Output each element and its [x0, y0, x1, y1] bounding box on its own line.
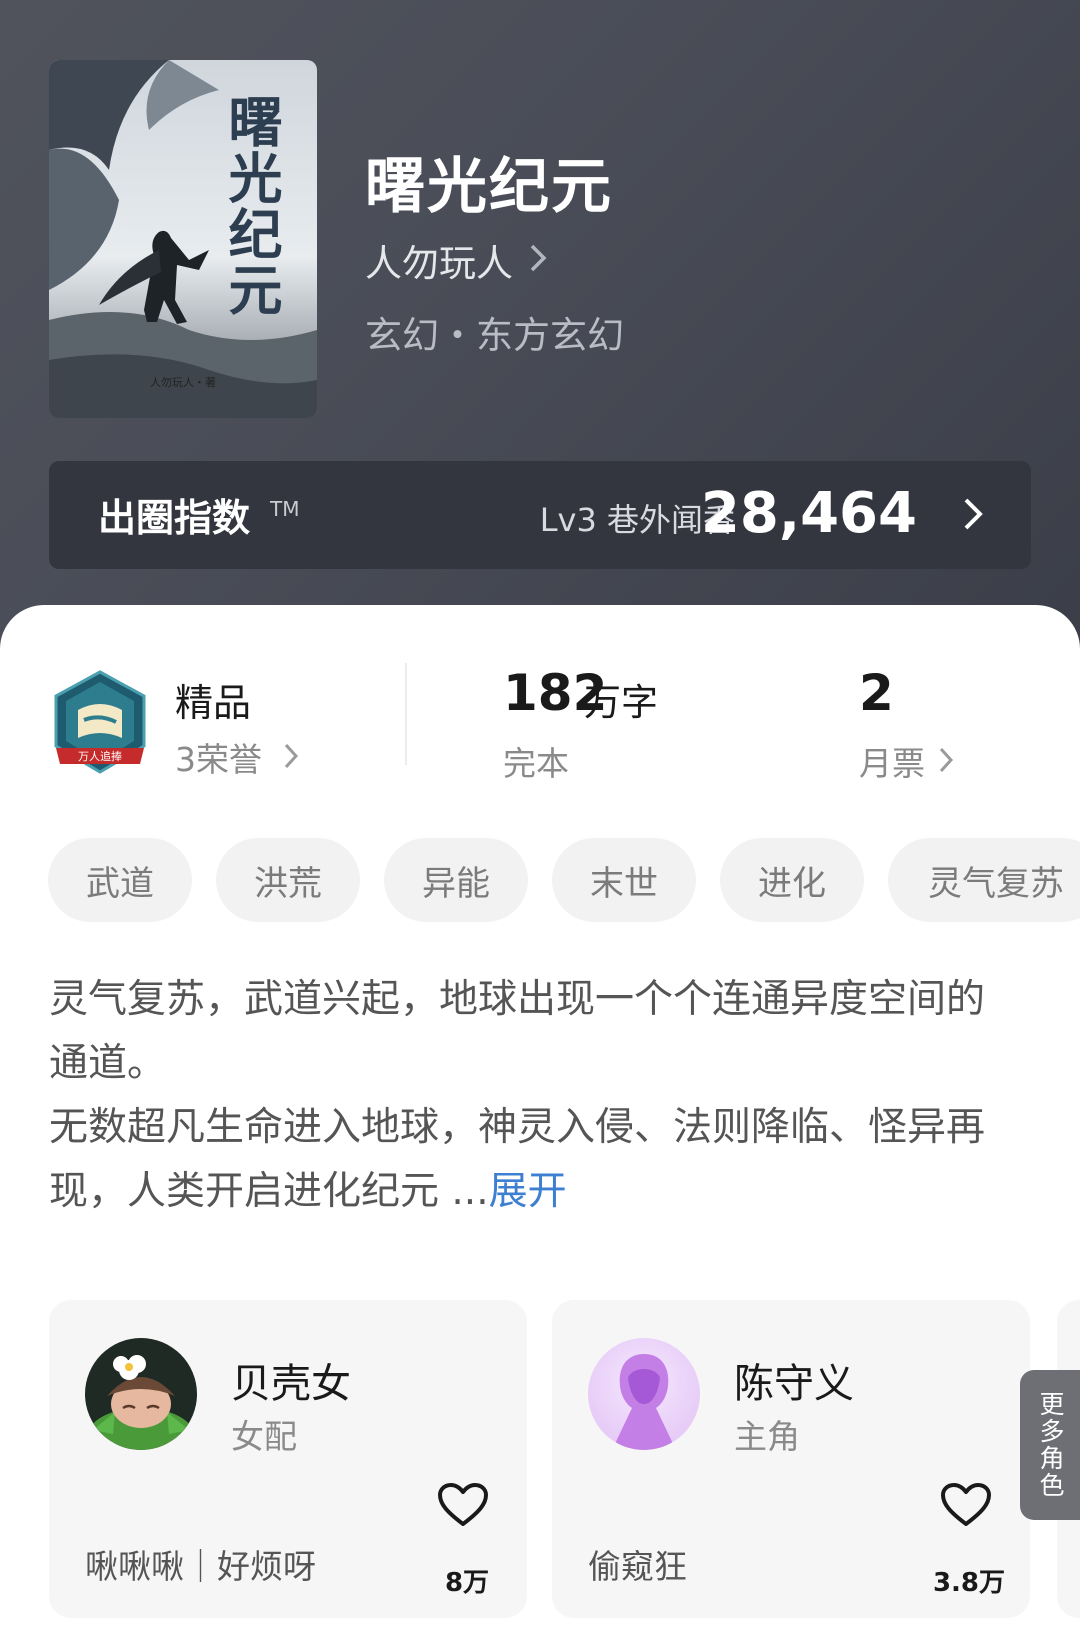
role-card[interactable]: 陈守义 主角 偷窥狂 3.8万 [552, 1300, 1030, 1618]
more-roles-button[interactable]: 更多角色 [1020, 1370, 1080, 1520]
like-count: 8万 [444, 1568, 490, 1598]
book-cover[interactable]: 曙光纪元 人勿玩人・著 [49, 60, 317, 418]
chevron-right-icon [939, 742, 954, 781]
role-description: 偷窥狂 [588, 1547, 687, 1586]
role-description: 啾啾啾｜好烦呀 [85, 1547, 316, 1586]
description-para-1: 灵气复苏，武道兴起，地球出现一个个连通异度空间的通道。 [49, 977, 986, 1086]
stats-divider [405, 663, 407, 765]
chevron-right-icon [963, 497, 983, 535]
heart-icon[interactable] [940, 1482, 992, 1532]
word-count-unit: 万字 [584, 681, 658, 724]
index-value: 28,464 [700, 481, 917, 546]
honors-text: 3荣誉 [175, 740, 262, 779]
like-count: 3.8万 [932, 1568, 1006, 1598]
book-description: 灵气复苏，武道兴起，地球出现一个个连通异度空间的通道。 无数超凡生命进入地球，神… [49, 968, 1009, 1224]
tag-chip[interactable]: 进化 [720, 838, 864, 922]
tag-list: 武道 洪荒 异能 末世 进化 灵气复苏 [48, 838, 1080, 924]
monthly-tickets-label: 月票 [859, 744, 925, 783]
tag-chip[interactable]: 末世 [552, 838, 696, 922]
cover-title-text: 曙光纪元 [219, 94, 283, 318]
role-type: 主角 [734, 1417, 800, 1456]
tag-chip[interactable]: 异能 [384, 838, 528, 922]
trademark-mark: TM [270, 497, 300, 521]
cover-author-text: 人勿玩人・著 [150, 376, 216, 389]
index-bar[interactable]: 出圈指数 TM Lv3 巷外闻香 28,464 [49, 461, 1031, 569]
avatar [85, 1338, 197, 1450]
author-name: 人勿玩人 [365, 242, 513, 285]
book-header: 曙光纪元 人勿玩人・著 曙光纪元 人勿玩人 玄幻・东方玄幻 出圈指数 TM Lv… [0, 0, 1080, 660]
badge-text: 万人追捧 [78, 749, 122, 763]
book-title: 曙光纪元 [365, 152, 613, 222]
chevron-right-icon [529, 239, 547, 282]
quality-label: 精品 [175, 681, 252, 725]
monthly-tickets-link[interactable]: 月票 [859, 737, 954, 785]
honors-link[interactable]: 3荣誉 [175, 733, 299, 781]
role-card[interactable]: 贝壳女 女配 啾啾啾｜好烦呀 8万 [49, 1300, 527, 1618]
tag-chip[interactable]: 洪荒 [216, 838, 360, 922]
tag-chip[interactable]: 武道 [48, 838, 192, 922]
author-link[interactable]: 人勿玩人 [365, 233, 547, 287]
tag-chip[interactable]: 灵气复苏 [888, 838, 1080, 922]
expand-link[interactable]: 展开 [489, 1169, 567, 1214]
chevron-right-icon [284, 738, 299, 777]
role-type: 女配 [231, 1417, 297, 1456]
heart-icon[interactable] [437, 1482, 489, 1532]
role-name: 陈守义 [734, 1361, 854, 1407]
book-genre: 玄幻・东方玄幻 [365, 314, 624, 357]
avatar [588, 1338, 700, 1450]
completion-status: 完本 [503, 744, 569, 783]
monthly-tickets-number: 2 [859, 664, 894, 722]
role-name: 贝壳女 [231, 1361, 351, 1407]
honor-badge-icon[interactable]: 万人追捧 [50, 668, 150, 778]
index-label: 出圈指数 [98, 496, 251, 540]
